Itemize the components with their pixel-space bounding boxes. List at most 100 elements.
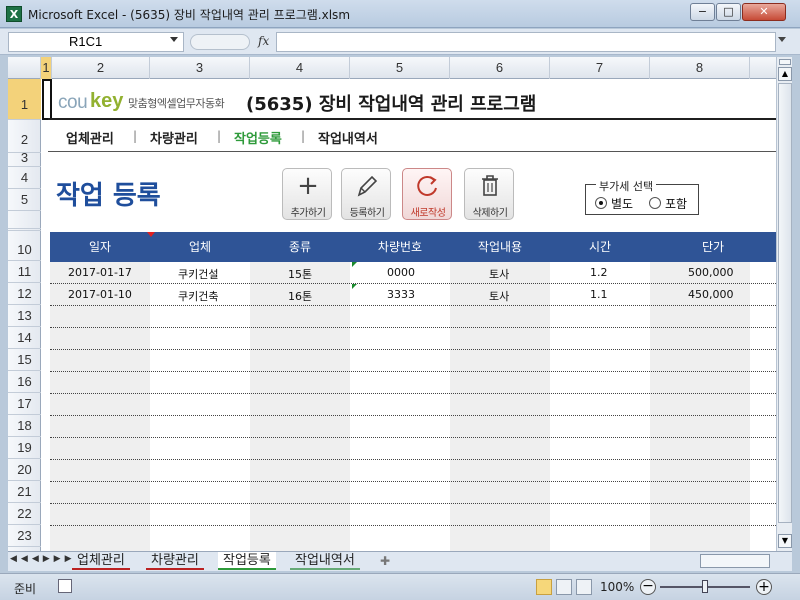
formula-cancel-enter-area[interactable]	[190, 34, 250, 50]
divider	[48, 151, 776, 152]
row-header[interactable]: 17	[8, 393, 41, 415]
vat-radio-included[interactable]	[649, 197, 661, 209]
comment-indicator[interactable]	[147, 232, 155, 237]
row-divider	[50, 481, 776, 482]
page-break-view-icon[interactable]	[576, 579, 592, 595]
nav-item-company[interactable]: 업체관리	[66, 128, 114, 147]
sheet-nav-arrows-icon[interactable]: ◀◀◀▶▶▶	[10, 554, 76, 564]
cell-company[interactable]: 쿠키건설	[178, 266, 218, 282]
vat-radio-separate[interactable]	[595, 197, 607, 209]
row-header[interactable]: 22	[8, 503, 41, 525]
nav-item-vehicle[interactable]: 차량관리	[150, 128, 198, 147]
cell-work[interactable]: 토사	[489, 288, 509, 304]
cell-hours[interactable]: 1.2	[590, 266, 608, 279]
column-header[interactable]: 8	[650, 57, 750, 79]
column-header[interactable]: 1	[41, 57, 52, 79]
refresh-button[interactable]: 새로작성	[402, 168, 452, 220]
nav-item-work-register[interactable]: 작업등록	[234, 128, 282, 147]
scroll-down-icon[interactable]: ▼	[778, 534, 792, 548]
cell-date[interactable]: 2017-01-17	[68, 266, 132, 279]
nav-separator: |	[133, 129, 138, 143]
row-header[interactable]: 19	[8, 437, 41, 459]
delete-button[interactable]: 삭제하기	[464, 168, 514, 220]
column-header[interactable]: 4	[250, 57, 350, 79]
row-header[interactable]: 20	[8, 459, 41, 481]
column-header[interactable]: 7	[550, 57, 650, 79]
row-header[interactable]: 16	[8, 371, 41, 393]
row-divider	[50, 415, 776, 416]
add-button[interactable]: + 추가하기	[282, 168, 332, 220]
zoom-out-icon[interactable]: −	[640, 579, 656, 595]
row-header[interactable]: 10	[8, 231, 41, 261]
sheet-tab-work-register[interactable]: 작업등록	[218, 552, 276, 570]
maximize-button[interactable]: □	[716, 3, 741, 21]
table-column-header: 단가	[701, 240, 725, 254]
scroll-up-icon[interactable]: ▲	[778, 67, 792, 81]
column-header[interactable]: 2	[52, 57, 150, 79]
zoom-in-icon[interactable]: +	[756, 579, 772, 595]
close-button[interactable]: ✕	[742, 3, 786, 21]
cell-price[interactable]: 500,000	[688, 266, 734, 279]
page-layout-view-icon[interactable]	[556, 579, 572, 595]
zoom-level[interactable]: 100%	[600, 580, 634, 594]
select-all-corner[interactable]	[8, 57, 41, 79]
normal-view-icon[interactable]	[536, 579, 552, 595]
chevron-down-icon[interactable]	[170, 37, 178, 42]
plus-icon: +	[297, 171, 319, 201]
split-box[interactable]	[779, 59, 791, 65]
name-box[interactable]: R1C1	[8, 32, 184, 52]
nav-item-work-statement[interactable]: 작업내역서	[318, 128, 378, 147]
row-header[interactable]: 23	[8, 525, 41, 547]
cell-vehicle-no[interactable]: 0000	[387, 266, 415, 279]
cell-type[interactable]: 16톤	[288, 288, 312, 304]
error-indicator	[352, 262, 357, 267]
sheet-tab-company[interactable]: 업체관리	[72, 552, 130, 570]
row-header[interactable]: 4	[8, 167, 41, 189]
row-divider	[50, 503, 776, 504]
minimize-button[interactable]: −	[690, 3, 715, 21]
cell-vehicle-no[interactable]: 3333	[387, 288, 415, 301]
expand-formula-bar-icon[interactable]	[778, 37, 786, 42]
nav-separator: |	[217, 129, 222, 143]
column-headers: 1 2 3 4 5 6 7 8	[8, 57, 776, 79]
row-divider	[50, 525, 776, 526]
insert-sheet-icon[interactable]: ✚	[380, 554, 390, 568]
row-header[interactable]: 11	[8, 261, 41, 283]
insert-function-button[interactable]: fx	[258, 34, 269, 48]
cell-company[interactable]: 쿠키건축	[178, 288, 218, 304]
worksheet-grid[interactable]: 1 2 3 4 5 6 7 8 1 2 3 4 5 10 11 12 13 14…	[8, 57, 776, 551]
row-header[interactable]: 14	[8, 327, 41, 349]
row-header[interactable]: 1	[8, 79, 41, 120]
register-button[interactable]: 등록하기	[341, 168, 391, 220]
row-header[interactable]: 2	[8, 120, 41, 153]
formula-input[interactable]	[276, 32, 776, 52]
column-header[interactable]: 3	[150, 57, 250, 79]
row-header[interactable]: 12	[8, 283, 41, 305]
cell-date[interactable]: 2017-01-10	[68, 288, 132, 301]
row-header[interactable]: 21	[8, 481, 41, 503]
cell-type[interactable]: 15톤	[288, 266, 312, 282]
row-header[interactable]: 15	[8, 349, 41, 371]
table-column-header: 시간	[588, 240, 612, 254]
cell-price[interactable]: 450,000	[688, 288, 734, 301]
active-cell[interactable]	[42, 79, 52, 120]
table-column-header: 종류	[288, 240, 312, 254]
excel-app-icon[interactable]: X	[6, 6, 22, 22]
column-header[interactable]: 5	[350, 57, 450, 79]
row-header[interactable]: 13	[8, 305, 41, 327]
row-divider	[50, 283, 776, 284]
row-header[interactable]: 3	[8, 151, 41, 167]
sheet-tab-vehicle[interactable]: 차량관리	[146, 552, 204, 570]
zoom-slider-thumb[interactable]	[702, 580, 708, 593]
sheet-tab-work-statement[interactable]: 작업내역서	[290, 552, 360, 570]
macro-record-icon[interactable]	[58, 579, 72, 593]
scroll-thumb[interactable]	[778, 83, 792, 523]
column-header[interactable]: 6	[450, 57, 550, 79]
horizontal-scrollbar[interactable]	[700, 554, 770, 568]
vertical-scrollbar[interactable]: ▲ ▼	[776, 57, 792, 551]
row-divider	[50, 371, 776, 372]
row-header[interactable]: 5	[8, 189, 41, 211]
row-header[interactable]: 18	[8, 415, 41, 437]
cell-hours[interactable]: 1.1	[590, 288, 608, 301]
cell-work[interactable]: 토사	[489, 266, 509, 282]
